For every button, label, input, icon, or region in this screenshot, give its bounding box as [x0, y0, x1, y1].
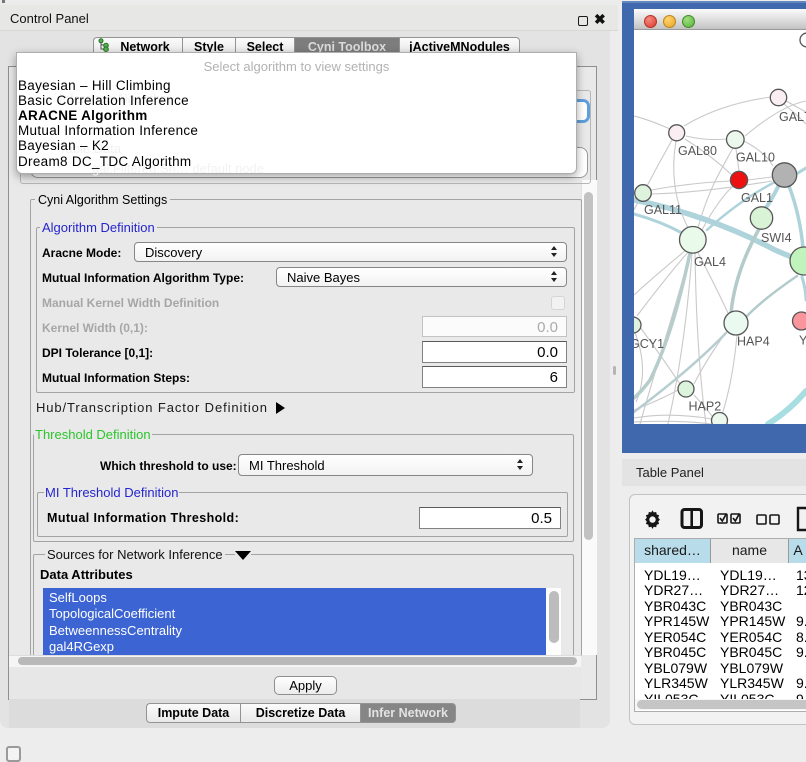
svg-text:GAL4: GAL4 — [694, 255, 726, 269]
svg-text:SWI4: SWI4 — [761, 231, 792, 245]
svg-text:YJ: YJ — [799, 334, 806, 348]
svg-text:GAL10: GAL10 — [736, 151, 775, 165]
svg-text:GAL1: GAL1 — [741, 191, 773, 205]
svg-text:GAL7: GAL7 — [779, 110, 806, 124]
svg-text:GAL80: GAL80 — [678, 144, 717, 158]
svg-text:GAL11: GAL11 — [644, 203, 682, 217]
svg-text:GCY1: GCY1 — [634, 337, 664, 351]
svg-text:HAP4: HAP4 — [737, 335, 770, 349]
svg-text:HAP2: HAP2 — [689, 400, 722, 414]
